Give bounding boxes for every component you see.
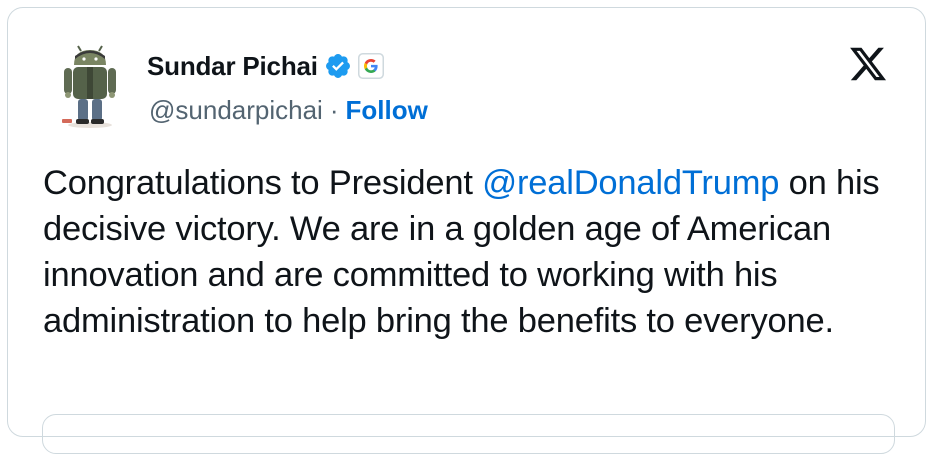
tweet-text: Congratulations to President @realDonald… — [43, 160, 913, 344]
author-handle[interactable]: @sundarpichai — [149, 95, 323, 126]
author-name[interactable]: Sundar Pichai — [147, 51, 318, 82]
affiliate-badge[interactable] — [357, 53, 384, 79]
separator-dot: · — [329, 94, 339, 125]
verified-badge-icon — [325, 54, 350, 78]
google-g-logo-icon — [357, 53, 384, 79]
tweet-header: Sundar Pichai @sundarpichai · Follow — [8, 8, 925, 128]
avatar[interactable] — [54, 45, 126, 129]
embedded-card-edge — [42, 414, 895, 454]
follow-button[interactable]: Follow — [346, 95, 428, 126]
android-figure-avatar-icon — [62, 45, 116, 128]
tweet-text-intro: Congratulations to President — [43, 164, 483, 202]
author-name-row: Sundar Pichai — [147, 48, 384, 84]
x-logo-icon[interactable] — [847, 44, 889, 84]
author-handle-row: @sundarpichai · Follow — [149, 92, 428, 128]
tweet-card: Sundar Pichai @sundarpichai · Follow Con… — [7, 7, 926, 454]
mention-link[interactable]: @realDonaldTrump — [482, 164, 779, 202]
